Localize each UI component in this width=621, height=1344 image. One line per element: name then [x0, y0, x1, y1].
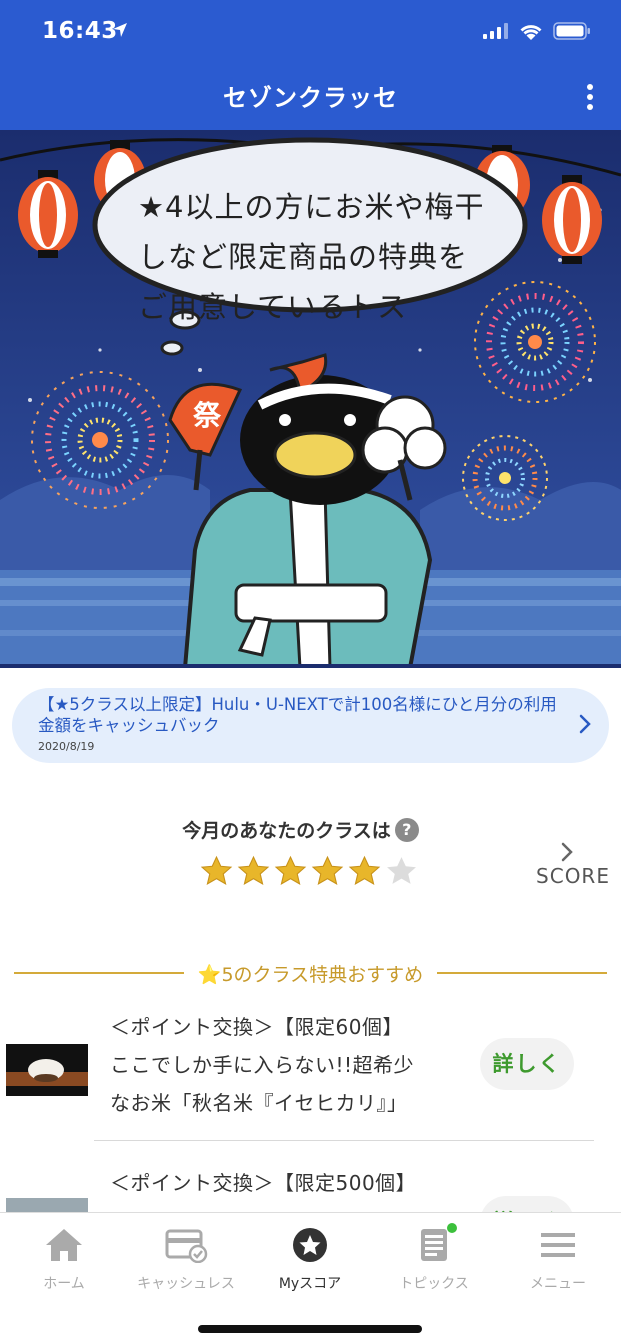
cellular-signal-icon [483, 23, 508, 39]
details-button[interactable]: 詳しく [480, 1196, 574, 1212]
list-item[interactable]: ＜ポイント交換＞【限定500個】 詳しく [0, 1164, 621, 1212]
rice-photo-thumbnail [6, 1044, 88, 1096]
tab-label: Myスコア [278, 1276, 342, 1292]
star-filled-icon [348, 855, 381, 885]
tab-menu[interactable]: メニュー [496, 1227, 620, 1293]
promo-banner[interactable]: 祭 ★4以上の方にお米や梅干 しなど限定商品の特典を ご用意しているトス [0, 130, 621, 668]
recommendation-line: ここでしか手に入らない!!超希少 [110, 1053, 415, 1077]
app-header: 16:43 セゾンクラッセ [0, 0, 621, 130]
divider [94, 1140, 594, 1141]
star-empty-icon [387, 857, 416, 884]
chevron-right-icon [561, 842, 573, 862]
wifi-icon [520, 24, 542, 40]
score-label: SCORE [536, 864, 610, 888]
page-title: セゾンクラッセ [223, 84, 398, 112]
tab-label: キャッシュレス [137, 1276, 235, 1292]
recommendation-line: なお米「秋名米『イセヒカリ』」 [110, 1091, 408, 1115]
more-options-icon[interactable] [583, 84, 597, 110]
news-notice[interactable]: 【★5クラス以上限定】Hulu・U-NEXTで計100名様にひと月分の利用金額を… [12, 688, 609, 763]
tab-label: ホーム [43, 1276, 85, 1292]
tab-label: トピックス [399, 1276, 469, 1292]
score-link[interactable]: SCORE [533, 842, 613, 888]
star-filled-icon [311, 855, 344, 885]
notice-date: 2020/8/19 [38, 740, 95, 753]
notification-dot [447, 1223, 457, 1233]
star-filled-icon [200, 855, 233, 885]
recommendations-title: ⭐5のクラス特典おすすめ [197, 963, 424, 986]
details-button[interactable]: 詳しく [480, 1038, 574, 1090]
tab-home[interactable]: ホーム [2, 1227, 126, 1293]
class-label-text: 今月のあなたのクラスは [182, 820, 391, 842]
location-arrow-icon [113, 23, 127, 37]
document-icon [421, 1229, 447, 1261]
recommendation-text: ＜ポイント交換＞【限定500個】 [110, 1164, 465, 1202]
tab-cashless[interactable]: キャッシュレス [124, 1227, 248, 1293]
star-badge-icon [293, 1228, 327, 1262]
tab-my-score[interactable]: Myスコア [248, 1227, 372, 1293]
star-filled-icon [274, 855, 307, 885]
battery-icon [553, 22, 590, 40]
help-icon[interactable]: ? [394, 818, 419, 842]
tab-label: メニュー [530, 1276, 586, 1292]
home-indicator [198, 1325, 422, 1333]
banner-line: ご用意しているトス [138, 290, 408, 324]
banner-line: ★4以上の方にお米や梅干 [138, 190, 485, 224]
class-heading: 今月のあなたのクラスは? [0, 816, 621, 843]
product-photo-thumbnail [6, 1198, 88, 1212]
status-indicators [483, 22, 591, 40]
chevron-right-icon [579, 714, 591, 734]
star-filled-icon [237, 855, 270, 885]
class-stars [200, 855, 418, 888]
hamburger-icon [541, 1233, 575, 1257]
recommendation-text: ＜ポイント交換＞【限定60個】 ここでしか手に入らない!!超希少 なお米「秋名米… [110, 1008, 465, 1122]
notice-text: 【★5クラス以上限定】Hulu・U-NEXTで計100名様にひと月分の利用金額を… [38, 695, 557, 735]
banner-line: しなど限定商品の特典を [138, 240, 469, 274]
card-check-icon [165, 1229, 208, 1264]
recommendation-line: ＜ポイント交換＞【限定500個】 [110, 1171, 417, 1195]
home-icon [46, 1229, 82, 1261]
status-time: 16:43 [42, 18, 118, 44]
tab-topics[interactable]: トピックス [372, 1223, 496, 1293]
recommendations-heading: ⭐5のクラス特典おすすめ [14, 956, 607, 990]
banner-headline: ★4以上の方にお米や梅干 しなど限定商品の特典を ご用意しているトス [138, 182, 518, 332]
fan-text: 祭 [193, 399, 222, 432]
recommendation-line: ＜ポイント交換＞【限定60個】 [110, 1015, 403, 1039]
